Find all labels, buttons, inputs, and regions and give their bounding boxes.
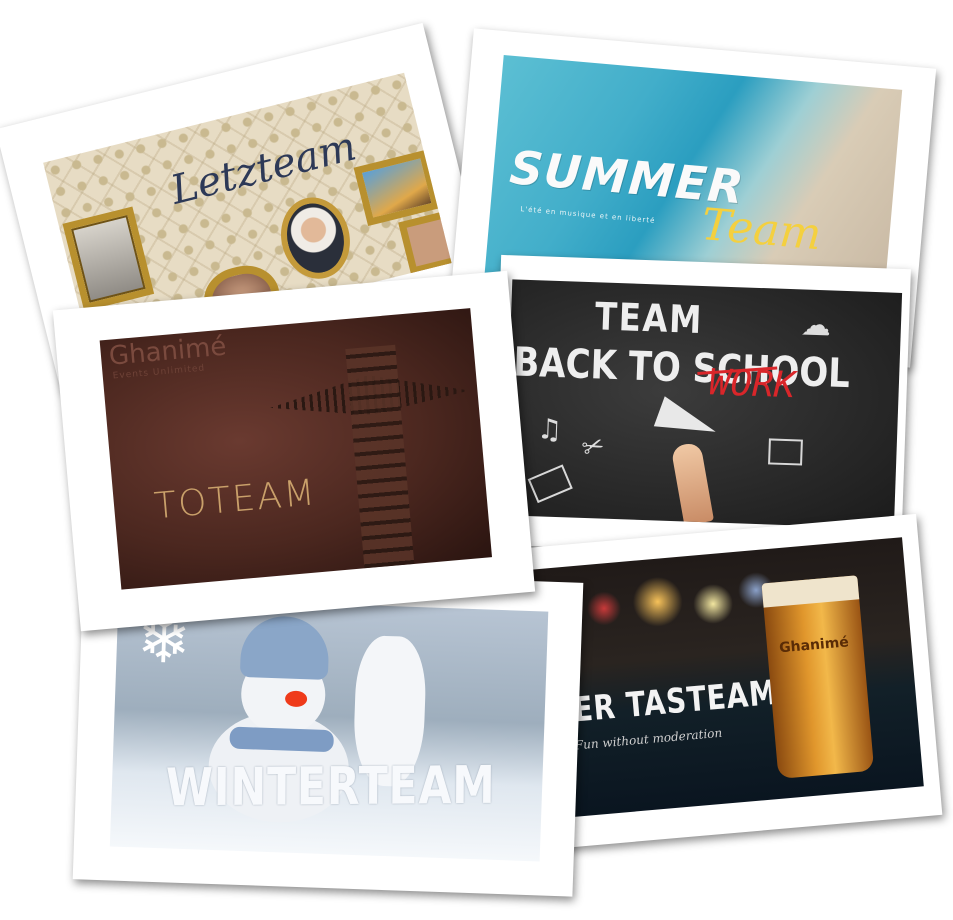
scarf	[229, 726, 335, 753]
glass-brand: Ghanimé	[778, 634, 850, 657]
beer-glass: Ghanimé	[761, 575, 875, 779]
cloud-icon: ☁	[800, 307, 832, 344]
letzteam-title: Letzteam	[166, 123, 361, 214]
card-toteam: Ghanimé Events Unlimited TOTEAM	[52, 270, 536, 632]
knit-hat	[239, 614, 330, 680]
frame-corner	[398, 209, 452, 276]
bokeh-light	[585, 590, 623, 627]
winter-title: WINTERTEAM	[165, 755, 496, 819]
school-line1: TEAM	[594, 294, 704, 343]
bokeh-light	[691, 582, 735, 626]
card-back-to-school: TEAM BACK TO SCHOOL WORK ♫ ✂ ☁	[491, 254, 911, 560]
music-note-icon: ♫	[536, 412, 563, 447]
books-icon	[527, 464, 573, 504]
beer-subtitle: Fun without moderation	[574, 725, 723, 753]
bokeh-light	[630, 574, 685, 629]
hand	[670, 441, 715, 526]
toteam-title: TOTEAM	[152, 472, 319, 528]
monitor-icon	[768, 438, 803, 466]
toteam-photo: Ghanimé Events Unlimited TOTEAM	[99, 308, 493, 590]
totem-pole	[345, 344, 415, 569]
summer-tagline: L'été en musique et en liberté	[520, 205, 656, 225]
paper-plane-icon	[653, 396, 722, 447]
school-replacement: WORK	[708, 362, 797, 407]
scissors-icon: ✂	[578, 429, 609, 465]
school-line2: BACK TO SCHOOL	[512, 339, 851, 398]
frame-cyclist	[62, 206, 155, 312]
winter-photo: ❄ WINTERTEAM	[109, 596, 549, 862]
summer-word2: Team	[699, 199, 824, 261]
beer-foam	[761, 575, 860, 608]
frame-oval-portrait	[272, 190, 359, 287]
school-photo: TEAM BACK TO SCHOOL WORK ♫ ✂ ☁	[504, 279, 903, 529]
